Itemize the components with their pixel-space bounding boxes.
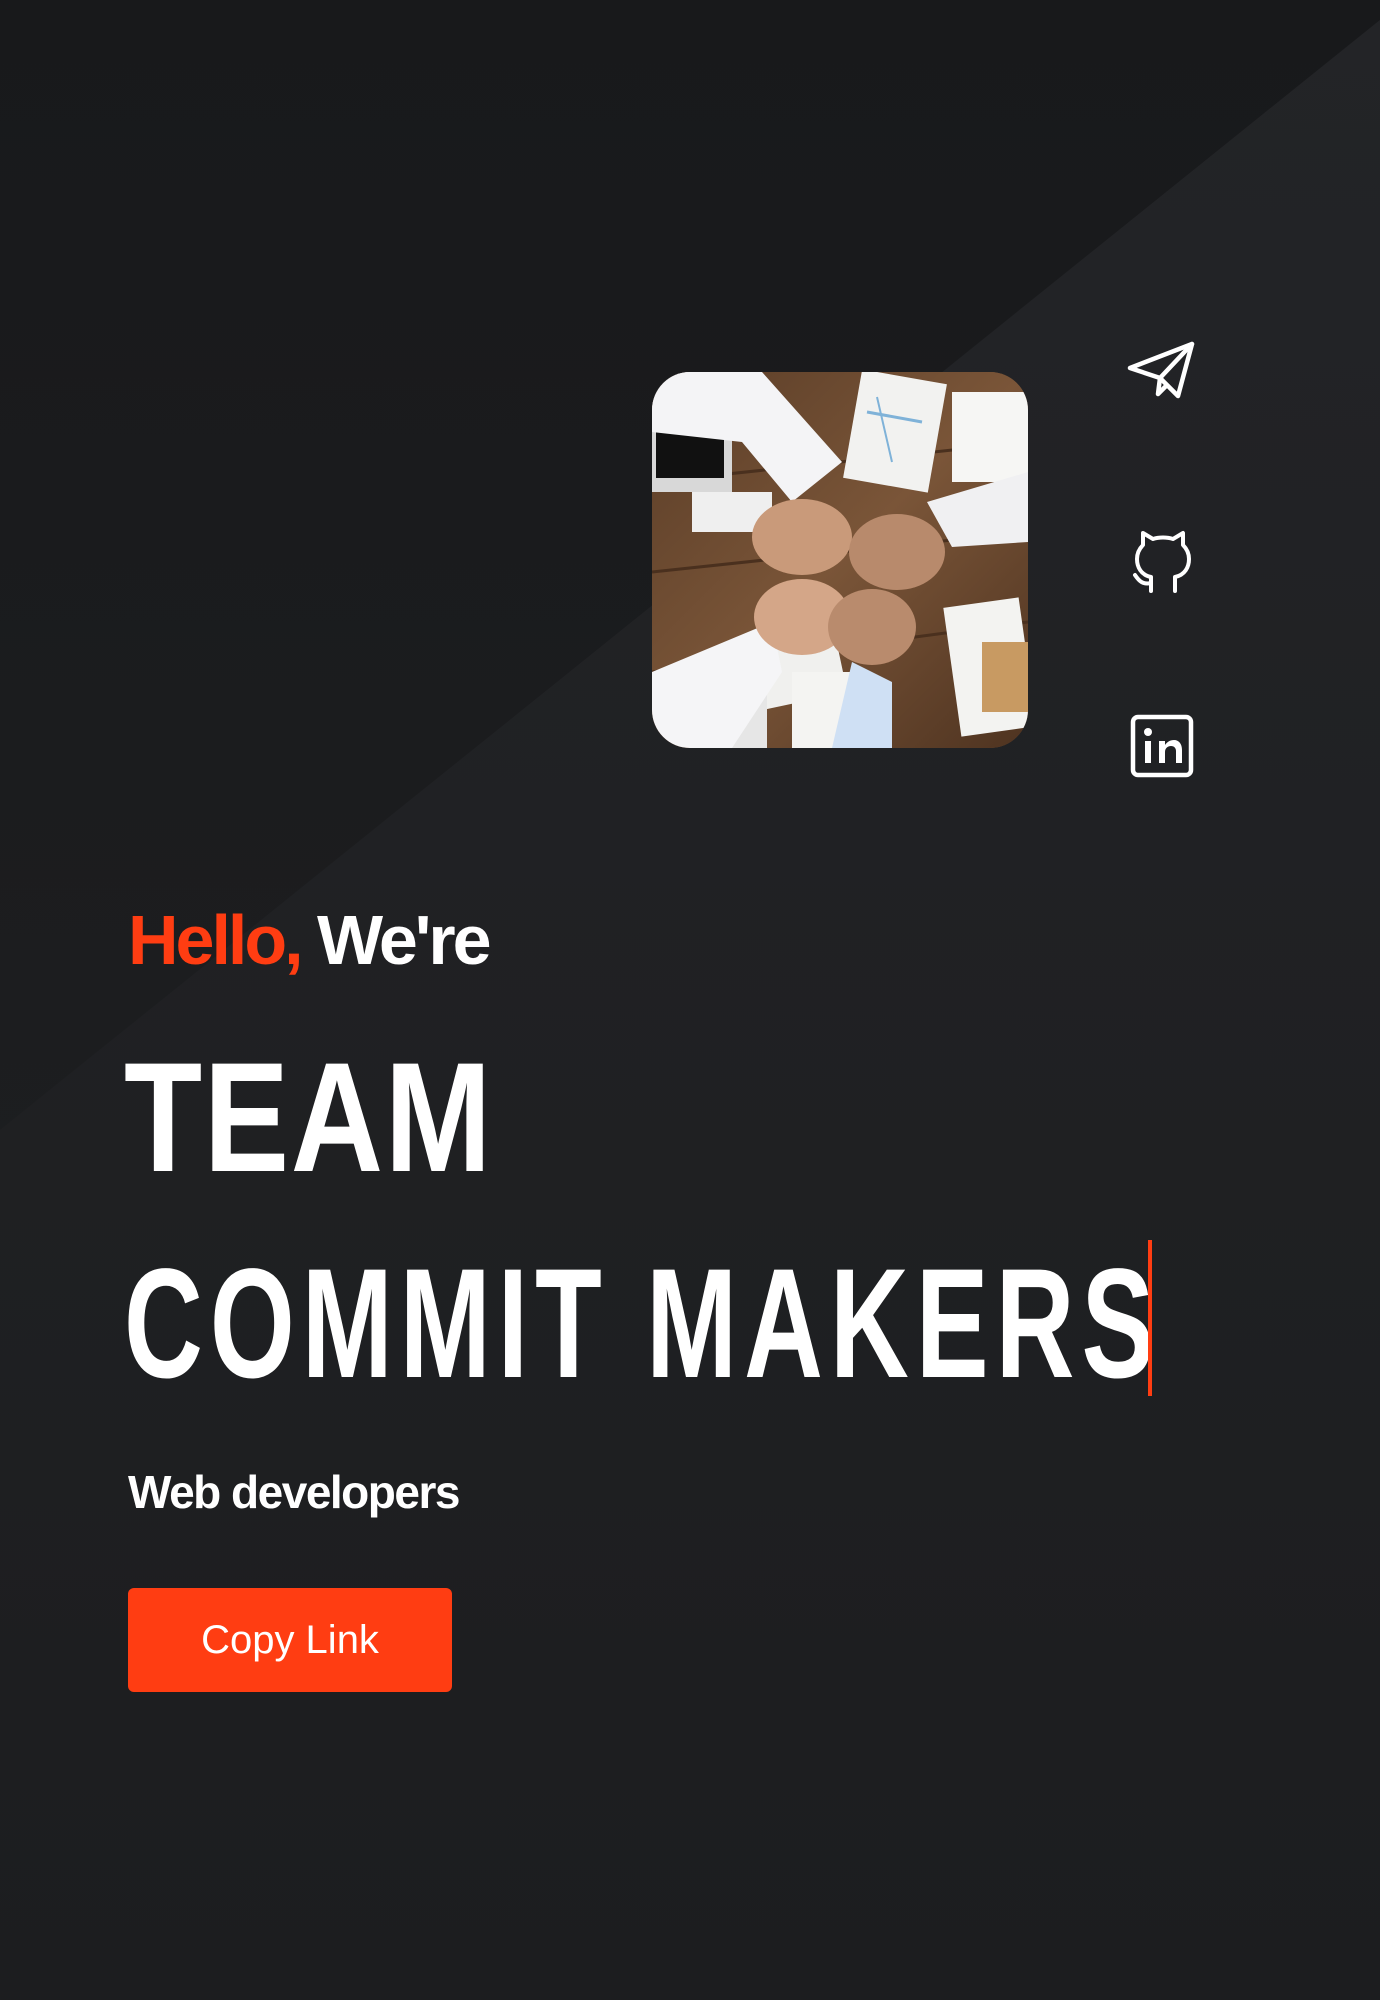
typing-caret bbox=[1148, 1240, 1152, 1396]
headline-line-1: TEAM bbox=[124, 1031, 493, 1205]
headline-line-2: COMMIT MAKERS bbox=[124, 1237, 1162, 1411]
subtitle: Web developers bbox=[128, 1466, 460, 1518]
copy-link-button[interactable]: Copy Link bbox=[128, 1588, 452, 1692]
linkedin-link[interactable] bbox=[1122, 706, 1202, 786]
greeting: Hello, We're bbox=[128, 895, 492, 985]
greeting-rest: We're bbox=[317, 901, 492, 979]
team-photo bbox=[652, 372, 1028, 748]
github-link[interactable] bbox=[1122, 520, 1202, 600]
telegram-link[interactable] bbox=[1122, 330, 1202, 410]
paper-plane-icon bbox=[1127, 341, 1195, 399]
github-cat-icon bbox=[1133, 531, 1191, 593]
greeting-accent: Hello, bbox=[128, 901, 304, 979]
linkedin-icon bbox=[1130, 714, 1194, 778]
